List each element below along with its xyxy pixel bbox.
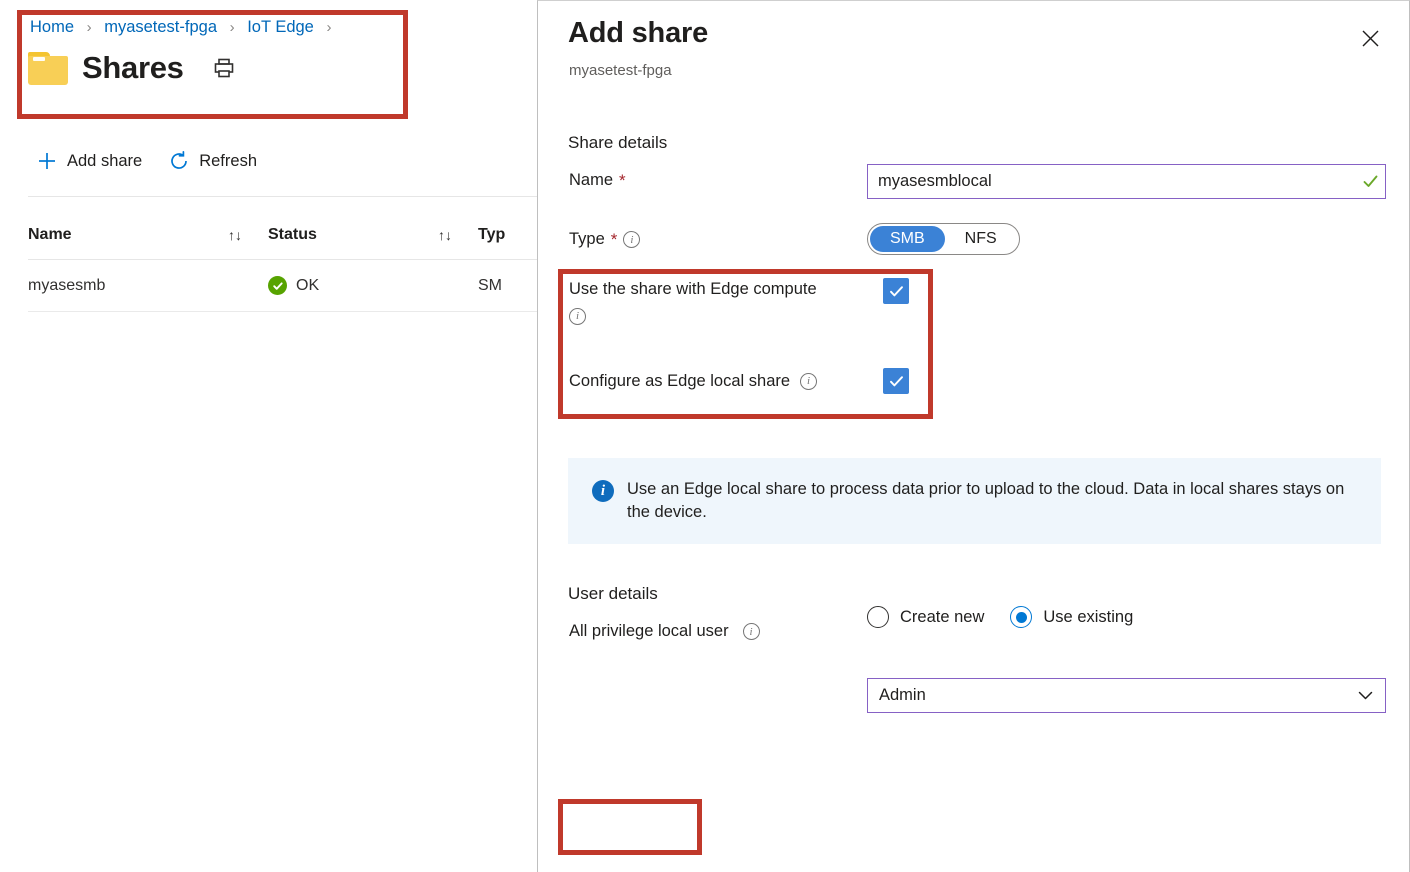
required-asterisk: * [619, 171, 626, 190]
plus-icon [36, 150, 58, 172]
type-option-nfs[interactable]: NFS [945, 226, 1017, 252]
shares-table: Name ↑↓ Status ↑↓ Typ myasesmb OK SM [28, 210, 537, 312]
edge-local-share-row: Configure as Edge local share i [569, 368, 909, 394]
type-label-text: Type [569, 230, 605, 248]
folder-icon [28, 51, 68, 85]
radio-use-existing[interactable]: Use existing [1010, 606, 1133, 628]
sort-icon[interactable]: ↑↓ [438, 227, 478, 243]
add-share-button[interactable]: Add share [36, 150, 142, 172]
refresh-icon [168, 150, 190, 172]
local-user-label-text: All privilege local user [569, 622, 729, 640]
breadcrumb-separator-icon: › [326, 19, 332, 36]
name-field-label: Name * [569, 171, 626, 190]
table-header-row: Name ↑↓ Status ↑↓ Typ [28, 210, 537, 260]
check-circle-icon [268, 276, 287, 295]
breadcrumb-item-home[interactable]: Home [30, 18, 74, 36]
edge-compute-checkbox[interactable] [883, 278, 909, 304]
printer-icon[interactable] [212, 56, 236, 80]
add-share-label: Add share [67, 151, 143, 170]
radio-button-unselected-icon[interactable] [867, 606, 889, 628]
shares-blade: Home › myasetest-fpga › IoT Edge › Share… [0, 0, 537, 872]
type-option-smb[interactable]: SMB [870, 226, 945, 252]
column-header-status-label: Status [268, 225, 317, 243]
info-banner: i Use an Edge local share to process dat… [568, 458, 1381, 545]
info-icon[interactable]: i [742, 623, 760, 640]
local-user-field-label: All privilege local user i [569, 622, 760, 641]
radio-use-existing-label: Use existing [1043, 607, 1134, 626]
column-header-name[interactable]: Name ↑↓ [28, 226, 268, 244]
column-header-status[interactable]: Status ↑↓ [268, 226, 478, 244]
info-icon[interactable]: i [569, 307, 586, 325]
close-icon[interactable] [1355, 23, 1385, 53]
breadcrumb-item-iot-edge[interactable]: IoT Edge [247, 18, 314, 36]
cell-share-status: OK [268, 276, 478, 295]
radio-button-selected-icon[interactable] [1010, 606, 1033, 628]
chevron-down-icon[interactable] [1345, 685, 1385, 706]
edge-compute-row: Use the share with Edge compute i [569, 278, 909, 325]
add-share-panel: Add share myasetest-fpga Share details N… [537, 0, 1410, 872]
radio-create-new[interactable]: Create new [867, 606, 984, 628]
info-filled-icon: i [592, 480, 614, 502]
share-details-heading: Share details [568, 133, 668, 152]
column-header-type[interactable]: Typ [478, 226, 537, 244]
status-label: OK [296, 276, 320, 294]
radio-create-new-label: Create new [900, 607, 985, 626]
column-header-name-label: Name [28, 225, 72, 243]
edge-local-share-checkbox[interactable] [883, 368, 909, 394]
local-user-select-value: Admin [879, 686, 926, 704]
info-icon[interactable]: i [800, 372, 818, 390]
edge-local-share-label: Configure as Edge local share [569, 371, 791, 390]
share-type-toggle[interactable]: SMB NFS [867, 223, 1020, 255]
command-bar-divider [28, 196, 537, 197]
user-details-heading: User details [568, 584, 658, 603]
info-banner-text: Use an Edge local share to process data … [627, 480, 1345, 522]
app-root: Home › myasetest-fpga › IoT Edge › Share… [0, 0, 1410, 872]
command-bar: Add share Refresh [36, 150, 257, 172]
share-name-input[interactable] [868, 165, 1355, 198]
breadcrumb-separator-icon: › [229, 19, 235, 36]
checkmark-icon [1355, 172, 1385, 191]
panel-title: Add share [568, 17, 709, 49]
info-icon[interactable]: i [623, 231, 641, 248]
required-asterisk: * [610, 230, 618, 249]
breadcrumb-item-device[interactable]: myasetest-fpga [104, 18, 217, 36]
type-field-label: Type * i [569, 230, 641, 249]
breadcrumb-separator-icon: › [86, 19, 92, 36]
page-title: Shares [82, 50, 184, 85]
breadcrumb: Home › myasetest-fpga › IoT Edge › [30, 18, 339, 37]
page-title-row: Shares [28, 50, 236, 86]
edge-compute-label: Use the share with Edge compute [569, 280, 817, 298]
local-user-select[interactable]: Admin [867, 678, 1386, 713]
share-name-input-wrapper[interactable] [867, 164, 1386, 199]
panel-subtitle: myasetest-fpga [569, 62, 672, 79]
cell-share-type: SM [478, 276, 502, 294]
name-label-text: Name [569, 171, 614, 189]
user-mode-radio-group: Create new Use existing [867, 606, 1133, 628]
refresh-label: Refresh [199, 151, 257, 170]
cell-share-name: myasesmb [28, 276, 106, 294]
sort-icon[interactable]: ↑↓ [228, 227, 268, 243]
table-row[interactable]: myasesmb OK SM [28, 260, 537, 312]
refresh-button[interactable]: Refresh [168, 150, 257, 172]
